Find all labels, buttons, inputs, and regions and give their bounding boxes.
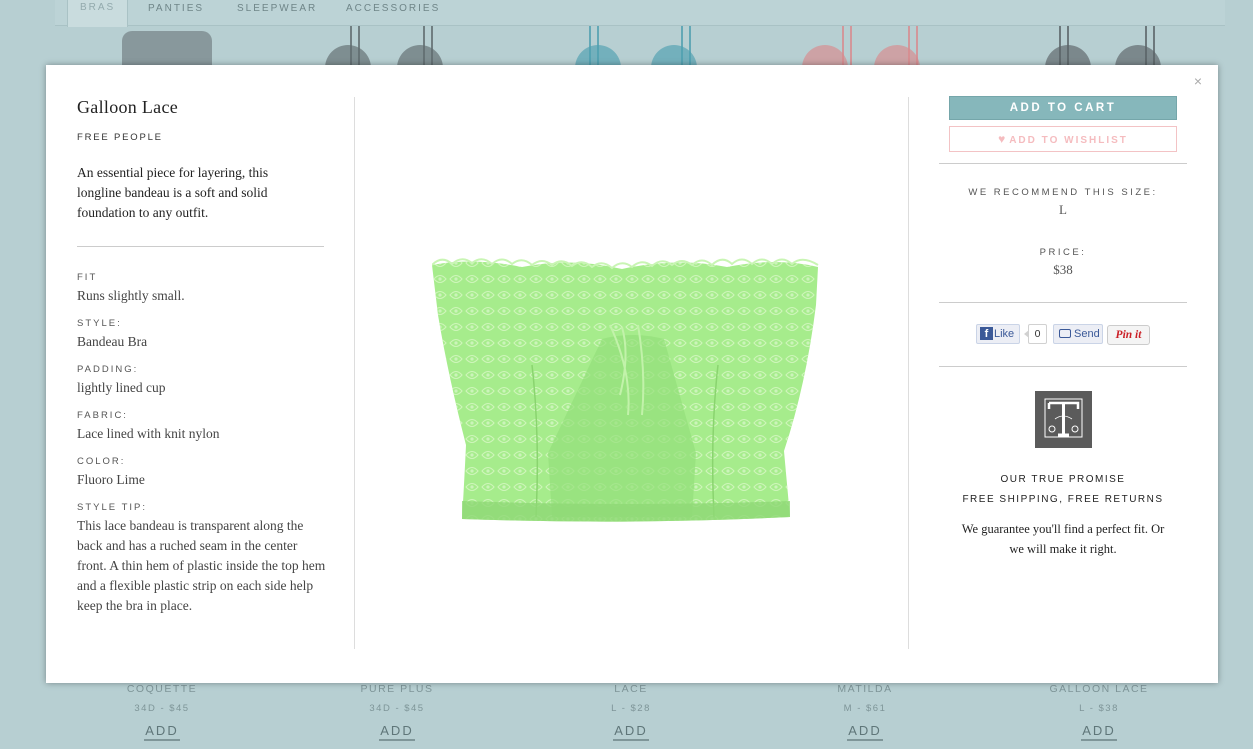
brand-name: FREE PEOPLE: [77, 132, 163, 143]
speech-bubble-icon: [1059, 328, 1071, 338]
facebook-send-button[interactable]: Send: [1053, 324, 1103, 344]
pinterest-pin-button[interactable]: Pin it: [1107, 325, 1150, 345]
spec-fabric: FABRIC: Lace lined with knit nylon: [77, 410, 325, 444]
add-to-wishlist-button[interactable]: ♥ ADD TO WISHLIST: [949, 126, 1177, 152]
tab-sleepwear[interactable]: SLEEPWEAR: [237, 2, 317, 26]
spec-value: Fluoro Lime: [77, 472, 145, 487]
product-size-price: L - $38: [1079, 703, 1119, 714]
spec-color: COLOR: Fluoro Lime: [77, 456, 325, 490]
price-label: PRICE:: [1039, 247, 1087, 258]
spec-label: PADDING:: [77, 364, 139, 375]
divider: [939, 366, 1187, 367]
spec-value: Lace lined with knit nylon: [77, 426, 220, 441]
product-size-price: 34D - $45: [369, 703, 425, 714]
product-name[interactable]: LACE: [551, 682, 711, 701]
product-list: COQUETTE 34D - $45 ADD PURE PLUS 34D - $…: [0, 681, 1253, 749]
product-detail-modal: × Galloon Lace FREE PEOPLE An essential …: [46, 65, 1218, 683]
product-image: [432, 258, 819, 522]
spec-padding: PADDING: lightly lined cup: [77, 364, 325, 398]
divider: [939, 302, 1187, 303]
product-name[interactable]: COQUETTE: [82, 682, 242, 701]
product-size-price: M - $61: [843, 703, 887, 714]
facebook-like-button[interactable]: f Like: [976, 324, 1020, 344]
product-name[interactable]: PURE PLUS: [317, 682, 477, 701]
column-divider: [354, 97, 355, 649]
true-promise-logo-icon: [1035, 391, 1092, 448]
spec-value: Runs slightly small.: [77, 288, 185, 303]
spec-label: COLOR:: [77, 456, 126, 467]
product-name[interactable]: GALLOON LACE: [1019, 682, 1179, 701]
spec-style-tip: STYLE TIP: This lace bandeau is transpar…: [77, 502, 325, 616]
column-divider: [908, 97, 909, 649]
add-button[interactable]: ADD: [1081, 723, 1117, 741]
add-button[interactable]: ADD: [379, 723, 415, 741]
product-card: MATILDA M - $61 ADD: [785, 681, 945, 741]
category-nav: BRAS PANTIES SLEEPWEAR ACCESSORIES: [55, 0, 1225, 27]
add-button[interactable]: ADD: [144, 723, 180, 741]
social-buttons: f Like 0 Send Pin it: [976, 324, 1156, 345]
spec-value: Bandeau Bra: [77, 334, 148, 349]
send-label: Send: [1074, 328, 1100, 340]
spec-style: STYLE: Bandeau Bra: [77, 318, 325, 352]
spec-value: This lace bandeau is transparent along t…: [77, 518, 326, 613]
spec-label: STYLE:: [77, 318, 122, 329]
divider: [939, 163, 1187, 164]
product-description: An essential piece for layering, this lo…: [77, 165, 269, 220]
tab-panties[interactable]: PANTIES: [148, 2, 204, 26]
product-details: Galloon Lace FREE PEOPLE An essential pi…: [77, 95, 325, 628]
product-name[interactable]: MATILDA: [785, 682, 945, 701]
price-value: $38: [1053, 262, 1073, 277]
divider: [77, 246, 324, 247]
add-button[interactable]: ADD: [613, 723, 649, 741]
close-icon[interactable]: ×: [1194, 73, 1202, 89]
spec-list: FIT Runs slightly small. STYLE: Bandeau …: [77, 272, 325, 616]
product-size-price: 34D - $45: [134, 703, 190, 714]
like-count: 0: [1024, 324, 1047, 344]
wishlist-label: ADD TO WISHLIST: [1009, 135, 1128, 146]
spec-label: STYLE TIP:: [77, 502, 147, 513]
promise-title: OUR TRUE PROMISE: [1000, 474, 1126, 485]
promise-text: We guarantee you'll find a perfect fit. …: [961, 522, 1165, 556]
add-button[interactable]: ADD: [847, 723, 883, 741]
product-title: Galloon Lace: [77, 97, 179, 117]
heart-icon: ♥: [998, 132, 1008, 146]
spec-fit: FIT Runs slightly small.: [77, 272, 325, 306]
tab-accessories[interactable]: ACCESSORIES: [346, 2, 440, 26]
spec-value: lightly lined cup: [77, 380, 166, 395]
recommended-size: L: [1059, 202, 1067, 217]
product-size-price: L - $28: [611, 703, 651, 714]
facebook-icon: f: [980, 327, 993, 340]
like-label: Like: [994, 328, 1015, 340]
product-card: PURE PLUS 34D - $45 ADD: [317, 681, 477, 741]
product-card: LACE L - $28 ADD: [551, 681, 711, 741]
product-card: GALLOON LACE L - $38 ADD: [1019, 681, 1179, 741]
promise-subtitle: FREE SHIPPING, FREE RETURNS: [962, 494, 1164, 505]
spec-label: FIT: [77, 272, 98, 283]
product-card: COQUETTE 34D - $45 ADD: [82, 681, 242, 741]
recommend-label: WE RECOMMEND THIS SIZE:: [968, 187, 1158, 198]
spec-label: FABRIC:: [77, 410, 128, 421]
tab-bras[interactable]: BRAS: [67, 0, 129, 27]
add-to-cart-button[interactable]: ADD TO CART: [949, 96, 1177, 120]
